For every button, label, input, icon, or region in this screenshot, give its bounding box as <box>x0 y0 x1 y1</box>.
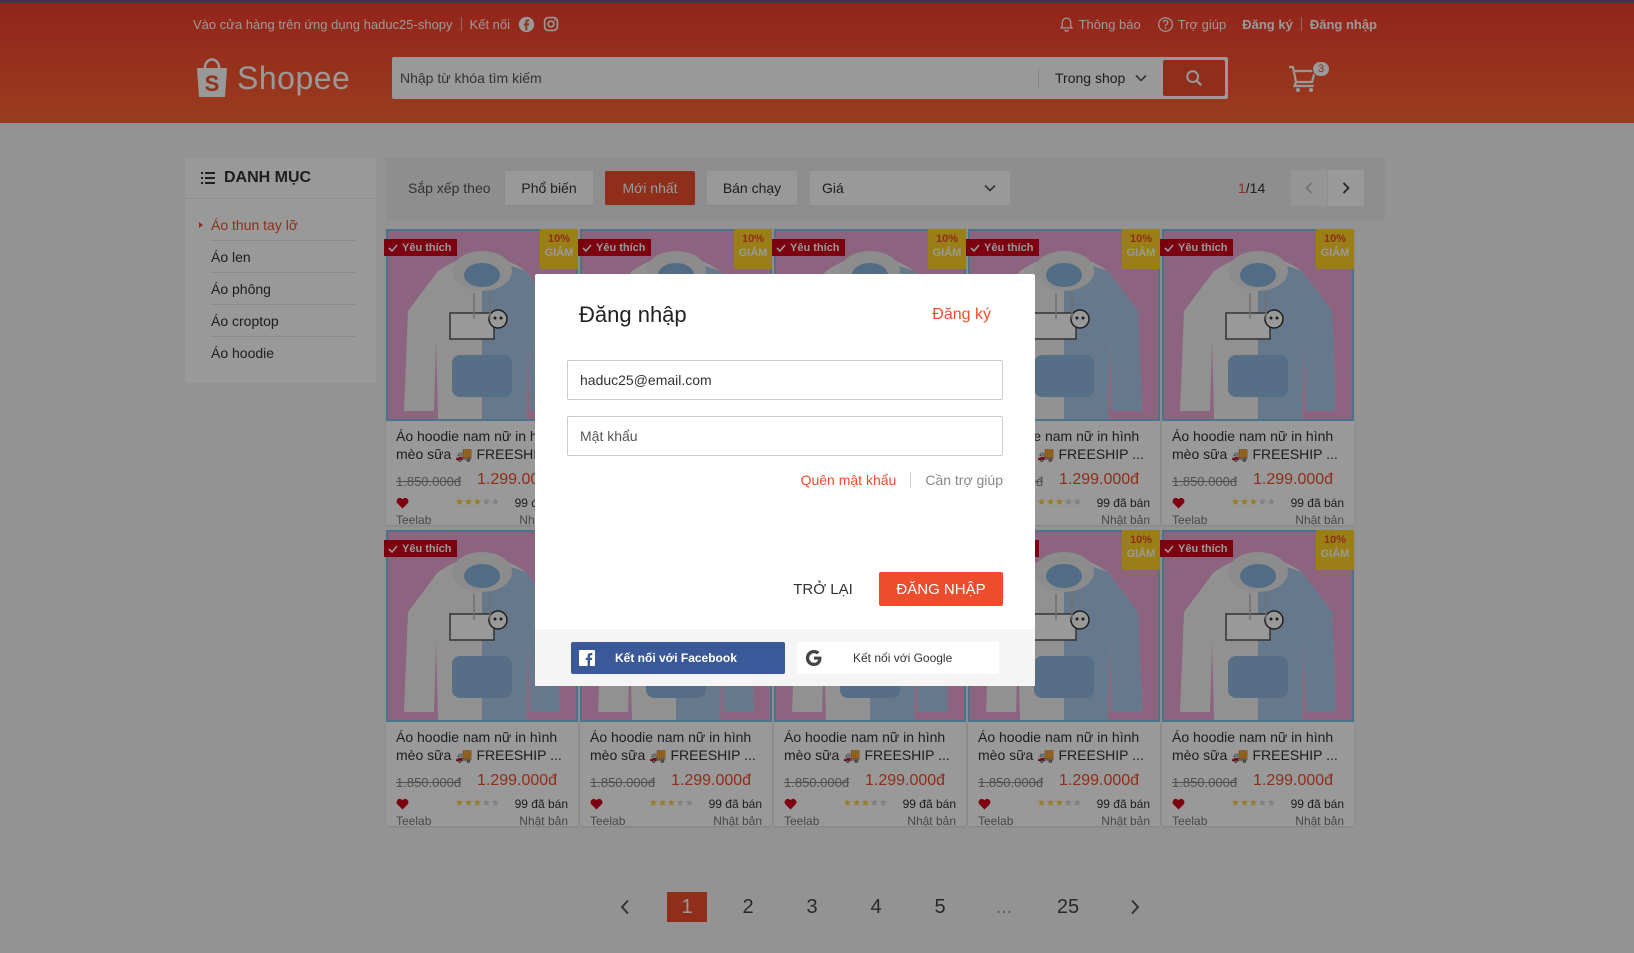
google-login-button[interactable]: Kết nối với Google <box>797 642 999 674</box>
need-help-link[interactable]: Cần trợ giúp <box>925 472 1003 488</box>
login-modal: Đăng nhập Đăng ký Quên mật khẩu Cần trợ … <box>535 274 1035 686</box>
facebook-login-label: Kết nối với Facebook <box>615 651 737 665</box>
facebook-login-button[interactable]: Kết nối với Facebook <box>571 642 785 674</box>
social-login-bar: Kết nối với Facebook Kết nối với Google <box>535 629 1035 686</box>
password-field[interactable] <box>567 416 1003 456</box>
facebook-icon <box>579 650 595 666</box>
google-icon <box>805 650 822 666</box>
password-input[interactable] <box>568 417 1002 455</box>
forgot-password-link[interactable]: Quên mật khẩu <box>801 472 897 488</box>
modal-title: Đăng nhập <box>579 302 687 327</box>
divider <box>910 472 912 488</box>
back-button[interactable]: TRỞ LẠI <box>783 572 863 606</box>
login-submit-button[interactable]: ĐĂNG NHẬP <box>879 572 1003 606</box>
email-field[interactable] <box>567 360 1003 400</box>
email-input[interactable] <box>568 361 1002 399</box>
modal-links: Quên mật khẩu Cần trợ giúp <box>801 472 1003 488</box>
google-login-label: Kết nối với Google <box>853 651 953 665</box>
modal-register-link[interactable]: Đăng ký <box>932 306 991 324</box>
